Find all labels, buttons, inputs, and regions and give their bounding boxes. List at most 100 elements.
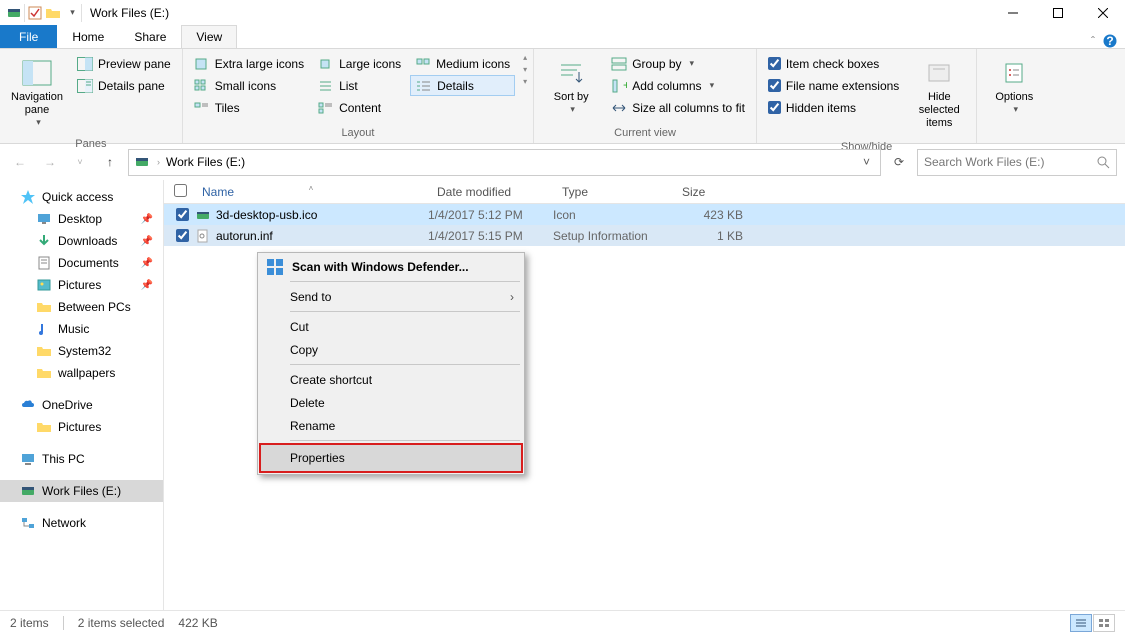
sidebar-music[interactable]: Music (0, 318, 163, 340)
maximize-button[interactable] (1035, 0, 1080, 25)
sm-icons-icon (194, 78, 210, 94)
sidebar-work-files[interactable]: Work Files (E:) (0, 480, 163, 502)
hide-selected-button[interactable]: Hide selected items (908, 53, 970, 135)
nav-pane-icon (21, 57, 53, 89)
layout-small[interactable]: Small icons (189, 75, 309, 96)
ctx-rename[interactable]: Rename (260, 414, 522, 437)
breadcrumb-dropdown[interactable]: ˅ (857, 155, 876, 169)
breadcrumb-drive-icon (133, 153, 151, 171)
layout-scroll-down[interactable]: ▾ (523, 65, 527, 74)
sidebar-this-pc[interactable]: This PC (0, 448, 163, 470)
status-selected: 2 items selected (78, 616, 165, 630)
layout-xlarge[interactable]: Extra large icons (189, 53, 309, 74)
up-button[interactable]: ↑ (98, 150, 122, 174)
file-row[interactable]: 3d-desktop-usb.ico 1/4/2017 5:12 PM Icon… (164, 204, 1125, 225)
close-button[interactable] (1080, 0, 1125, 25)
pin-icon: 📌 (141, 236, 153, 247)
collapse-ribbon-icon[interactable]: ˆ (1091, 34, 1095, 48)
layout-large[interactable]: Large icons (313, 53, 406, 74)
pin-icon: 📌 (141, 258, 153, 269)
add-columns-button[interactable]: +Add columns (606, 75, 750, 96)
folder-icon (36, 365, 52, 381)
file-row[interactable]: autorun.inf 1/4/2017 5:15 PM Setup Infor… (164, 225, 1125, 246)
sidebar-od-pictures[interactable]: Pictures (0, 416, 163, 438)
downloads-icon (36, 233, 52, 249)
sidebar-downloads[interactable]: Downloads📌 (0, 230, 163, 252)
qat-dropdown[interactable] (63, 5, 79, 21)
search-box[interactable]: Search Work Files (E:) (917, 149, 1117, 176)
layout-list[interactable]: List (313, 75, 406, 96)
col-size[interactable]: Size (674, 185, 744, 199)
layout-medium[interactable]: Medium icons (410, 53, 515, 74)
add-cols-icon: + (611, 78, 627, 94)
sidebar-wallpapers[interactable]: wallpapers (0, 362, 163, 384)
content-icon (318, 100, 334, 116)
ctx-scan-defender[interactable]: Scan with Windows Defender... (260, 255, 522, 278)
size-cols-button[interactable]: Size all columns to fit (606, 97, 750, 118)
select-all-checkbox[interactable] (174, 184, 187, 197)
group-currentview-label: Current view (534, 125, 756, 143)
navigation-pane-button[interactable]: Navigation pane (6, 53, 68, 132)
layout-content[interactable]: Content (313, 97, 406, 118)
status-bar: 2 items 2 items selected 422 KB (0, 610, 1125, 634)
row-checkbox[interactable] (176, 229, 189, 242)
sidebar-pictures[interactable]: Pictures📌 (0, 274, 163, 296)
address-bar: ← → ˅ ↑ › Work Files (E:) ˅ ⟳ Search Wor… (0, 144, 1125, 180)
back-button[interactable]: ← (8, 150, 32, 174)
tab-share[interactable]: Share (119, 25, 181, 48)
icons-view-button[interactable] (1093, 614, 1115, 632)
minimize-button[interactable] (990, 0, 1035, 25)
search-icon (1096, 155, 1110, 169)
group-by-button[interactable]: Group by (606, 53, 750, 74)
svg-text:+: + (623, 79, 627, 92)
col-name[interactable]: Name˄ (194, 185, 429, 199)
folder-icon (36, 343, 52, 359)
tab-view[interactable]: View (181, 25, 237, 48)
sidebar-onedrive[interactable]: OneDrive (0, 394, 163, 416)
col-date[interactable]: Date modified (429, 185, 554, 199)
ctx-create-shortcut[interactable]: Create shortcut (260, 368, 522, 391)
layout-tiles[interactable]: Tiles (189, 97, 309, 118)
ctx-delete[interactable]: Delete (260, 391, 522, 414)
row-checkbox[interactable] (176, 208, 189, 221)
ctx-copy[interactable]: Copy (260, 338, 522, 361)
preview-pane-icon (77, 56, 93, 72)
tab-home[interactable]: Home (57, 25, 119, 48)
group-layout-label: Layout (183, 125, 533, 143)
help-icon[interactable]: ? (1103, 34, 1117, 48)
tab-file[interactable]: File (0, 25, 57, 48)
hidden-items[interactable]: Hidden items (763, 97, 904, 118)
refresh-button[interactable]: ⟳ (887, 150, 911, 174)
breadcrumb[interactable]: › Work Files (E:) ˅ (128, 149, 881, 176)
layout-details[interactable]: Details (410, 75, 515, 96)
details-pane-icon (77, 78, 93, 94)
pictures-icon (36, 277, 52, 293)
sidebar-system32[interactable]: System32 (0, 340, 163, 362)
layout-expand[interactable]: ▾ (523, 77, 527, 86)
forward-button[interactable]: → (38, 150, 62, 174)
sidebar-desktop[interactable]: Desktop📌 (0, 208, 163, 230)
options-button[interactable]: Options (983, 53, 1045, 119)
sidebar-quick-access[interactable]: Quick access (0, 186, 163, 208)
breadcrumb-path[interactable]: Work Files (E:) (166, 155, 245, 169)
ctx-properties[interactable]: Properties (260, 444, 522, 472)
check-icon[interactable] (27, 5, 43, 21)
sidebar-documents[interactable]: Documents📌 (0, 252, 163, 274)
col-type[interactable]: Type (554, 185, 674, 199)
details-view-button[interactable] (1070, 614, 1092, 632)
folder-small-icon[interactable] (45, 5, 61, 21)
file-name-extensions[interactable]: File name extensions (763, 75, 904, 96)
item-check-boxes[interactable]: Item check boxes (763, 53, 904, 74)
details-pane-button[interactable]: Details pane (72, 75, 176, 96)
sort-by-button[interactable]: Sort by (540, 53, 602, 119)
details-icon (416, 78, 432, 94)
preview-pane-button[interactable]: Preview pane (72, 53, 176, 74)
folder-icon (36, 299, 52, 315)
ctx-cut[interactable]: Cut (260, 315, 522, 338)
recent-locations[interactable]: ˅ (68, 150, 92, 174)
ctx-send-to[interactable]: Send to› (260, 285, 522, 308)
submenu-arrow-icon: › (510, 290, 514, 304)
sidebar-between-pcs[interactable]: Between PCs (0, 296, 163, 318)
layout-scroll-up[interactable]: ▴ (523, 53, 527, 62)
sidebar-network[interactable]: Network (0, 512, 163, 534)
